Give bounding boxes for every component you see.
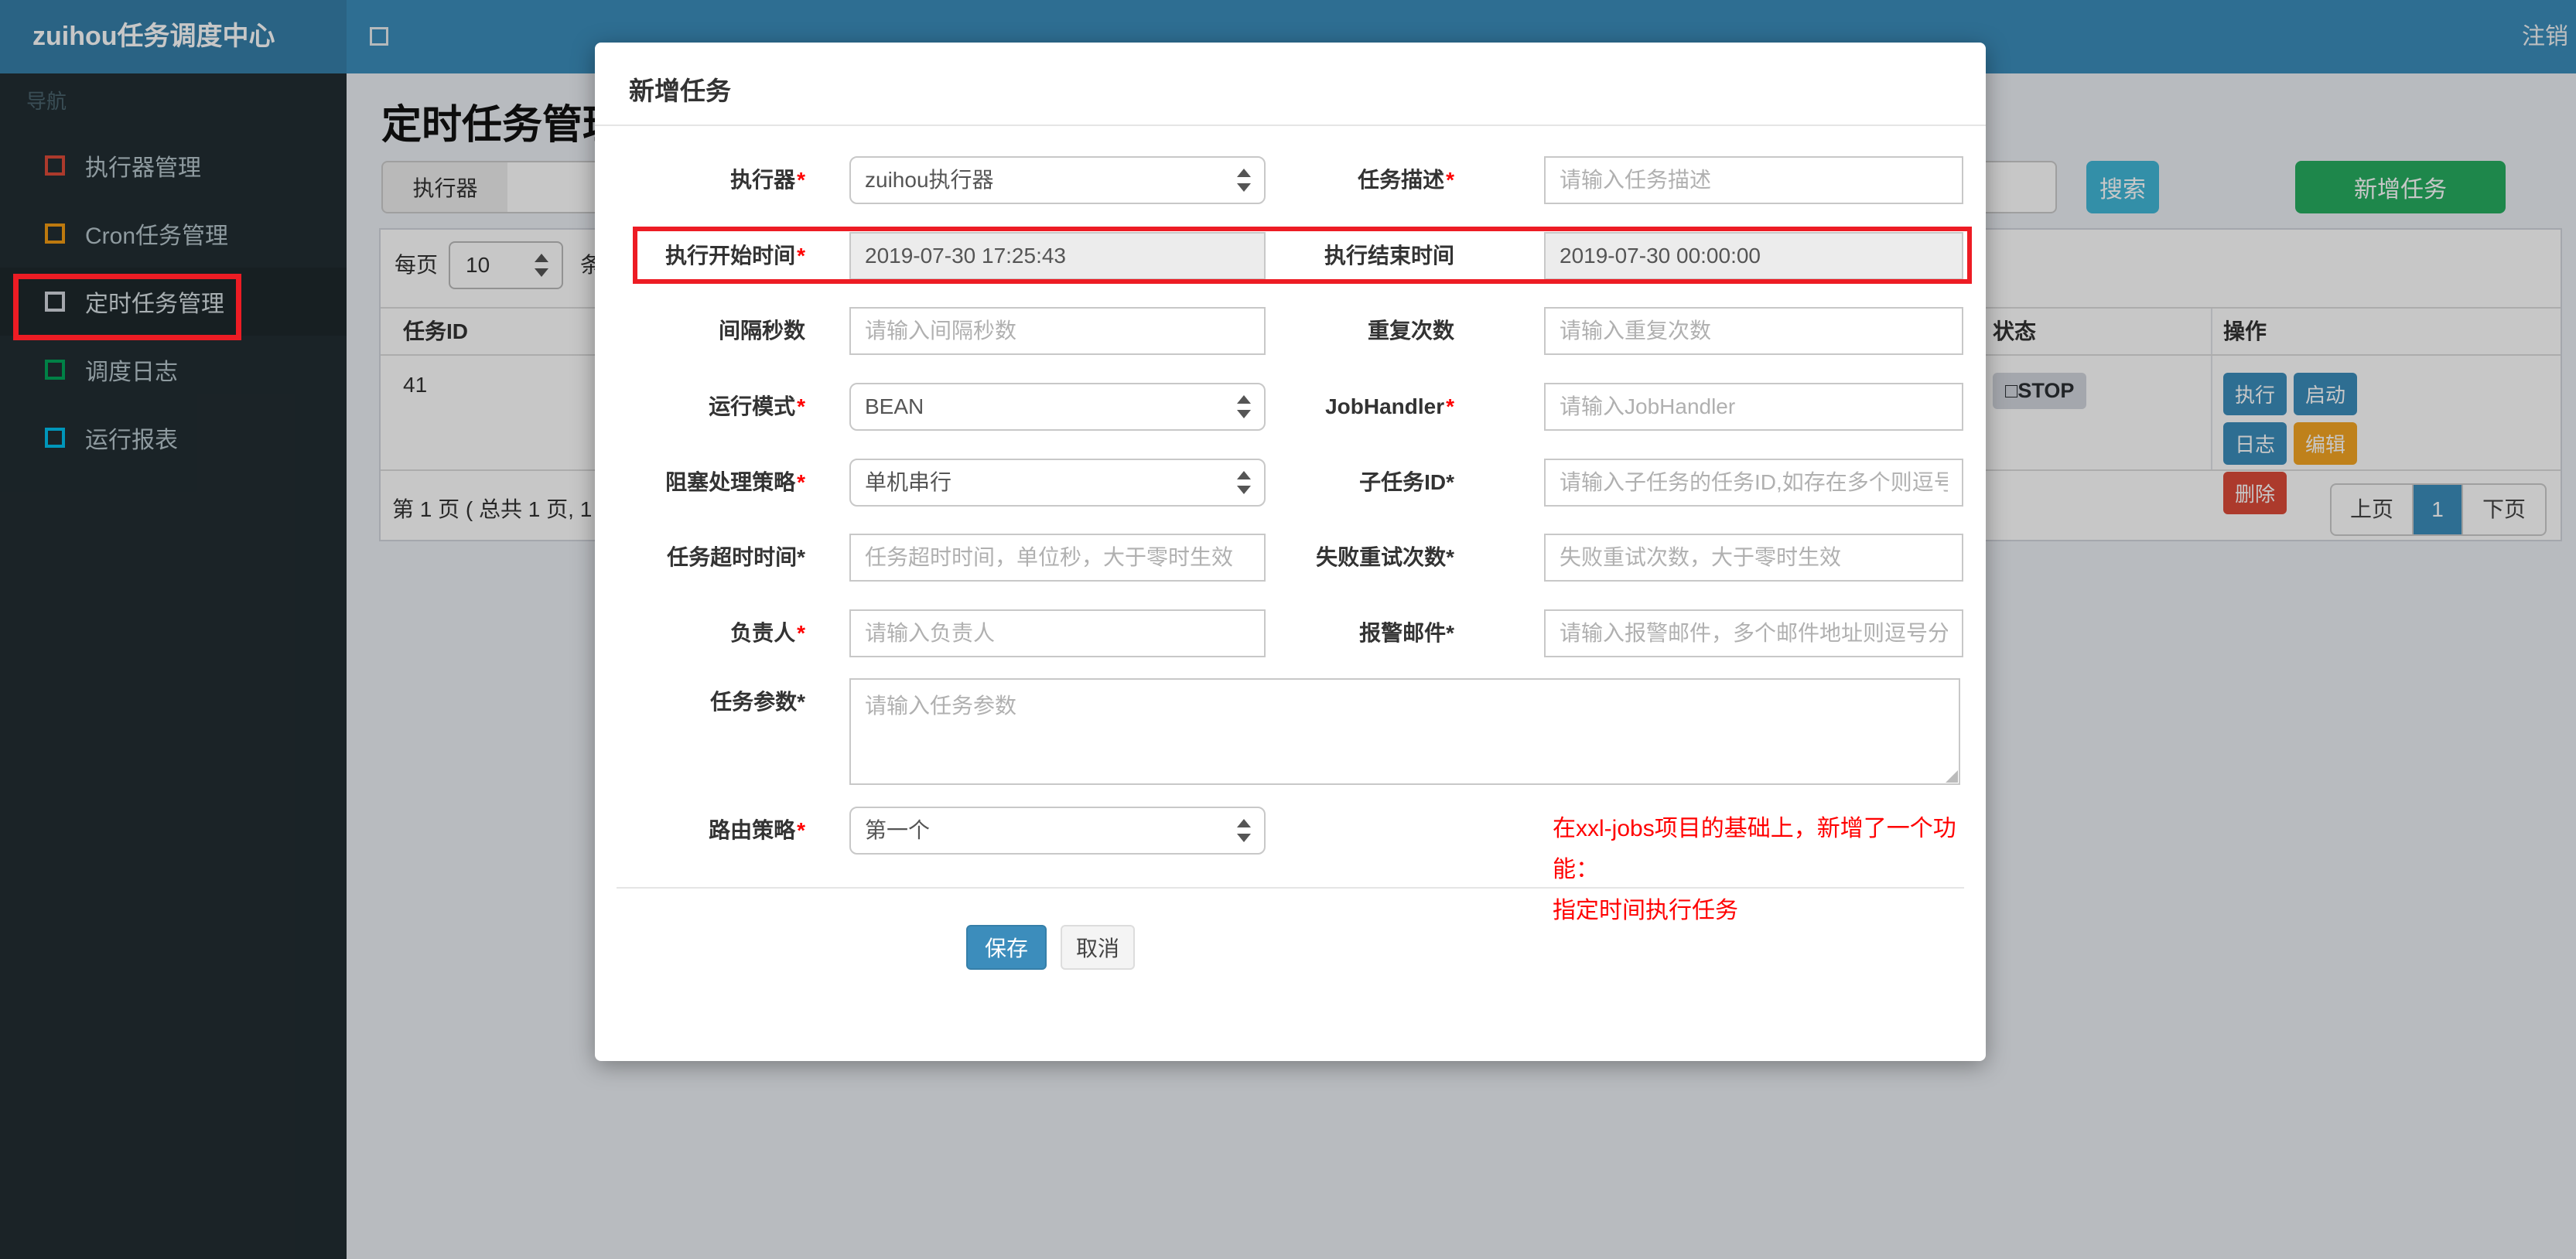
child-job-id-label: 子任务ID* (1359, 470, 1454, 494)
repeat-count-label: 重复次数 (1367, 319, 1454, 343)
cancel-button[interactable]: 取消 (1061, 925, 1135, 970)
add-task-modal: 新增任务 执行器*zuihou执行器执行开始时间*间隔秒数运行模式*BEAN阻塞… (595, 43, 1986, 1061)
textarea-resize-icon[interactable] (1946, 770, 1958, 783)
alarm-email-field (1544, 609, 1963, 657)
required-asterisk: * (797, 470, 805, 494)
job-desc-input[interactable] (1544, 156, 1963, 204)
child-job-id-input[interactable] (1544, 459, 1963, 507)
save-button[interactable]: 保存 (966, 925, 1047, 970)
end-time-field (1544, 232, 1963, 280)
job-handler-label: JobHandler* (1325, 394, 1454, 418)
modal-title: 新增任务 (629, 77, 731, 105)
required-asterisk: * (1446, 394, 1454, 418)
alarm-email-input[interactable] (1544, 609, 1963, 657)
retry-count-label: 失败重试次数* (1316, 545, 1454, 569)
child-job-id-field (1544, 459, 1963, 507)
job-params-textarea[interactable] (849, 678, 1960, 785)
job-desc-field (1544, 156, 1963, 204)
block-strategy-label: 阻塞处理策略* (665, 470, 805, 494)
route-strategy-field: 第一个 (849, 807, 1266, 855)
feature-note-line2: 指定时间执行任务 (1553, 898, 1738, 923)
retry-count-field (1544, 534, 1963, 582)
job-desc-label: 任务描述* (1358, 168, 1454, 192)
modal-header-divider (595, 125, 1986, 126)
executor-label: 执行器* (730, 168, 805, 192)
feature-note-line1: 在xxl-jobs项目的基础上，新增了一个功能： (1553, 816, 1956, 882)
job-handler-field (1544, 383, 1963, 431)
end-time-label: 执行结束时间 (1324, 244, 1454, 268)
job-handler-input[interactable] (1544, 383, 1963, 431)
job-params-label: 任务参数* (710, 690, 805, 714)
alarm-email-label: 报警邮件* (1359, 621, 1454, 645)
required-asterisk: * (797, 244, 805, 268)
required-asterisk: * (797, 621, 805, 645)
start-time-label: 执行开始时间* (665, 244, 805, 268)
route-strategy-select[interactable]: 第一个 (849, 807, 1266, 855)
job-params-field (849, 678, 1960, 785)
required-asterisk: * (797, 168, 805, 192)
required-asterisk: * (1446, 168, 1454, 192)
select-arrows-icon (1236, 819, 1252, 842)
feature-note: 在xxl-jobs项目的基础上，新增了一个功能： 指定时间执行任务 (1553, 808, 1986, 931)
route-strategy-label: 路由策略* (709, 818, 805, 842)
run-mode-label: 运行模式* (709, 394, 805, 418)
modal-footer-divider (617, 887, 1964, 889)
repeat-count-input[interactable] (1544, 307, 1963, 355)
timeout-label: 任务超时时间* (667, 545, 805, 569)
end-time-input[interactable] (1544, 232, 1963, 280)
owner-label: 负责人* (730, 621, 805, 645)
required-asterisk: * (797, 394, 805, 418)
repeat-count-field (1544, 307, 1963, 355)
retry-count-input[interactable] (1544, 534, 1963, 582)
required-asterisk: * (797, 818, 805, 842)
interval-seconds-label: 间隔秒数 (718, 319, 805, 343)
